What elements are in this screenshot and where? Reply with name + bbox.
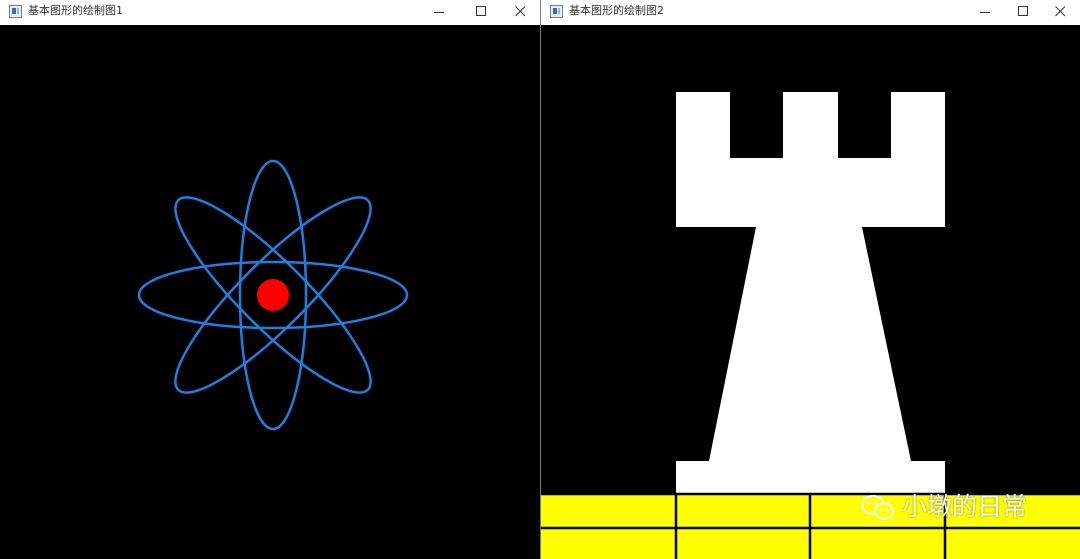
app-icon (550, 5, 563, 18)
close-button[interactable] (500, 0, 540, 25)
rook-drawing (541, 92, 1080, 559)
app-icon (9, 5, 22, 18)
canvas-area (0, 25, 540, 559)
watermark: 小墩的日常 (859, 492, 1049, 522)
window-rook: 基本图形的绘制图2 小墩的日常 (541, 0, 1080, 559)
close-icon (1055, 6, 1066, 17)
canvas-area: 小墩的日常 (541, 25, 1080, 559)
maximize-icon (1018, 6, 1028, 16)
maximize-button[interactable] (461, 0, 501, 25)
maximize-button[interactable] (1003, 0, 1043, 25)
maximize-icon (476, 6, 486, 16)
minimize-button[interactable] (419, 0, 459, 25)
minimize-icon (980, 12, 990, 13)
rook-body (676, 92, 945, 495)
wechat-icon (861, 495, 894, 520)
nucleus (257, 279, 289, 311)
watermark-text: 小墩的日常 (902, 492, 1028, 521)
close-icon (515, 6, 526, 17)
window-atom: 基本图形的绘制图1 (0, 0, 540, 559)
minimize-icon (434, 12, 444, 13)
title-bar[interactable]: 基本图形的绘制图2 (541, 0, 1080, 25)
window-title: 基本图形的绘制图1 (28, 4, 123, 17)
window-title: 基本图形的绘制图2 (569, 4, 664, 17)
title-bar[interactable]: 基本图形的绘制图1 (0, 0, 540, 25)
minimize-button[interactable] (965, 0, 1005, 25)
close-button[interactable] (1040, 0, 1080, 25)
atom-drawing (137, 159, 409, 431)
